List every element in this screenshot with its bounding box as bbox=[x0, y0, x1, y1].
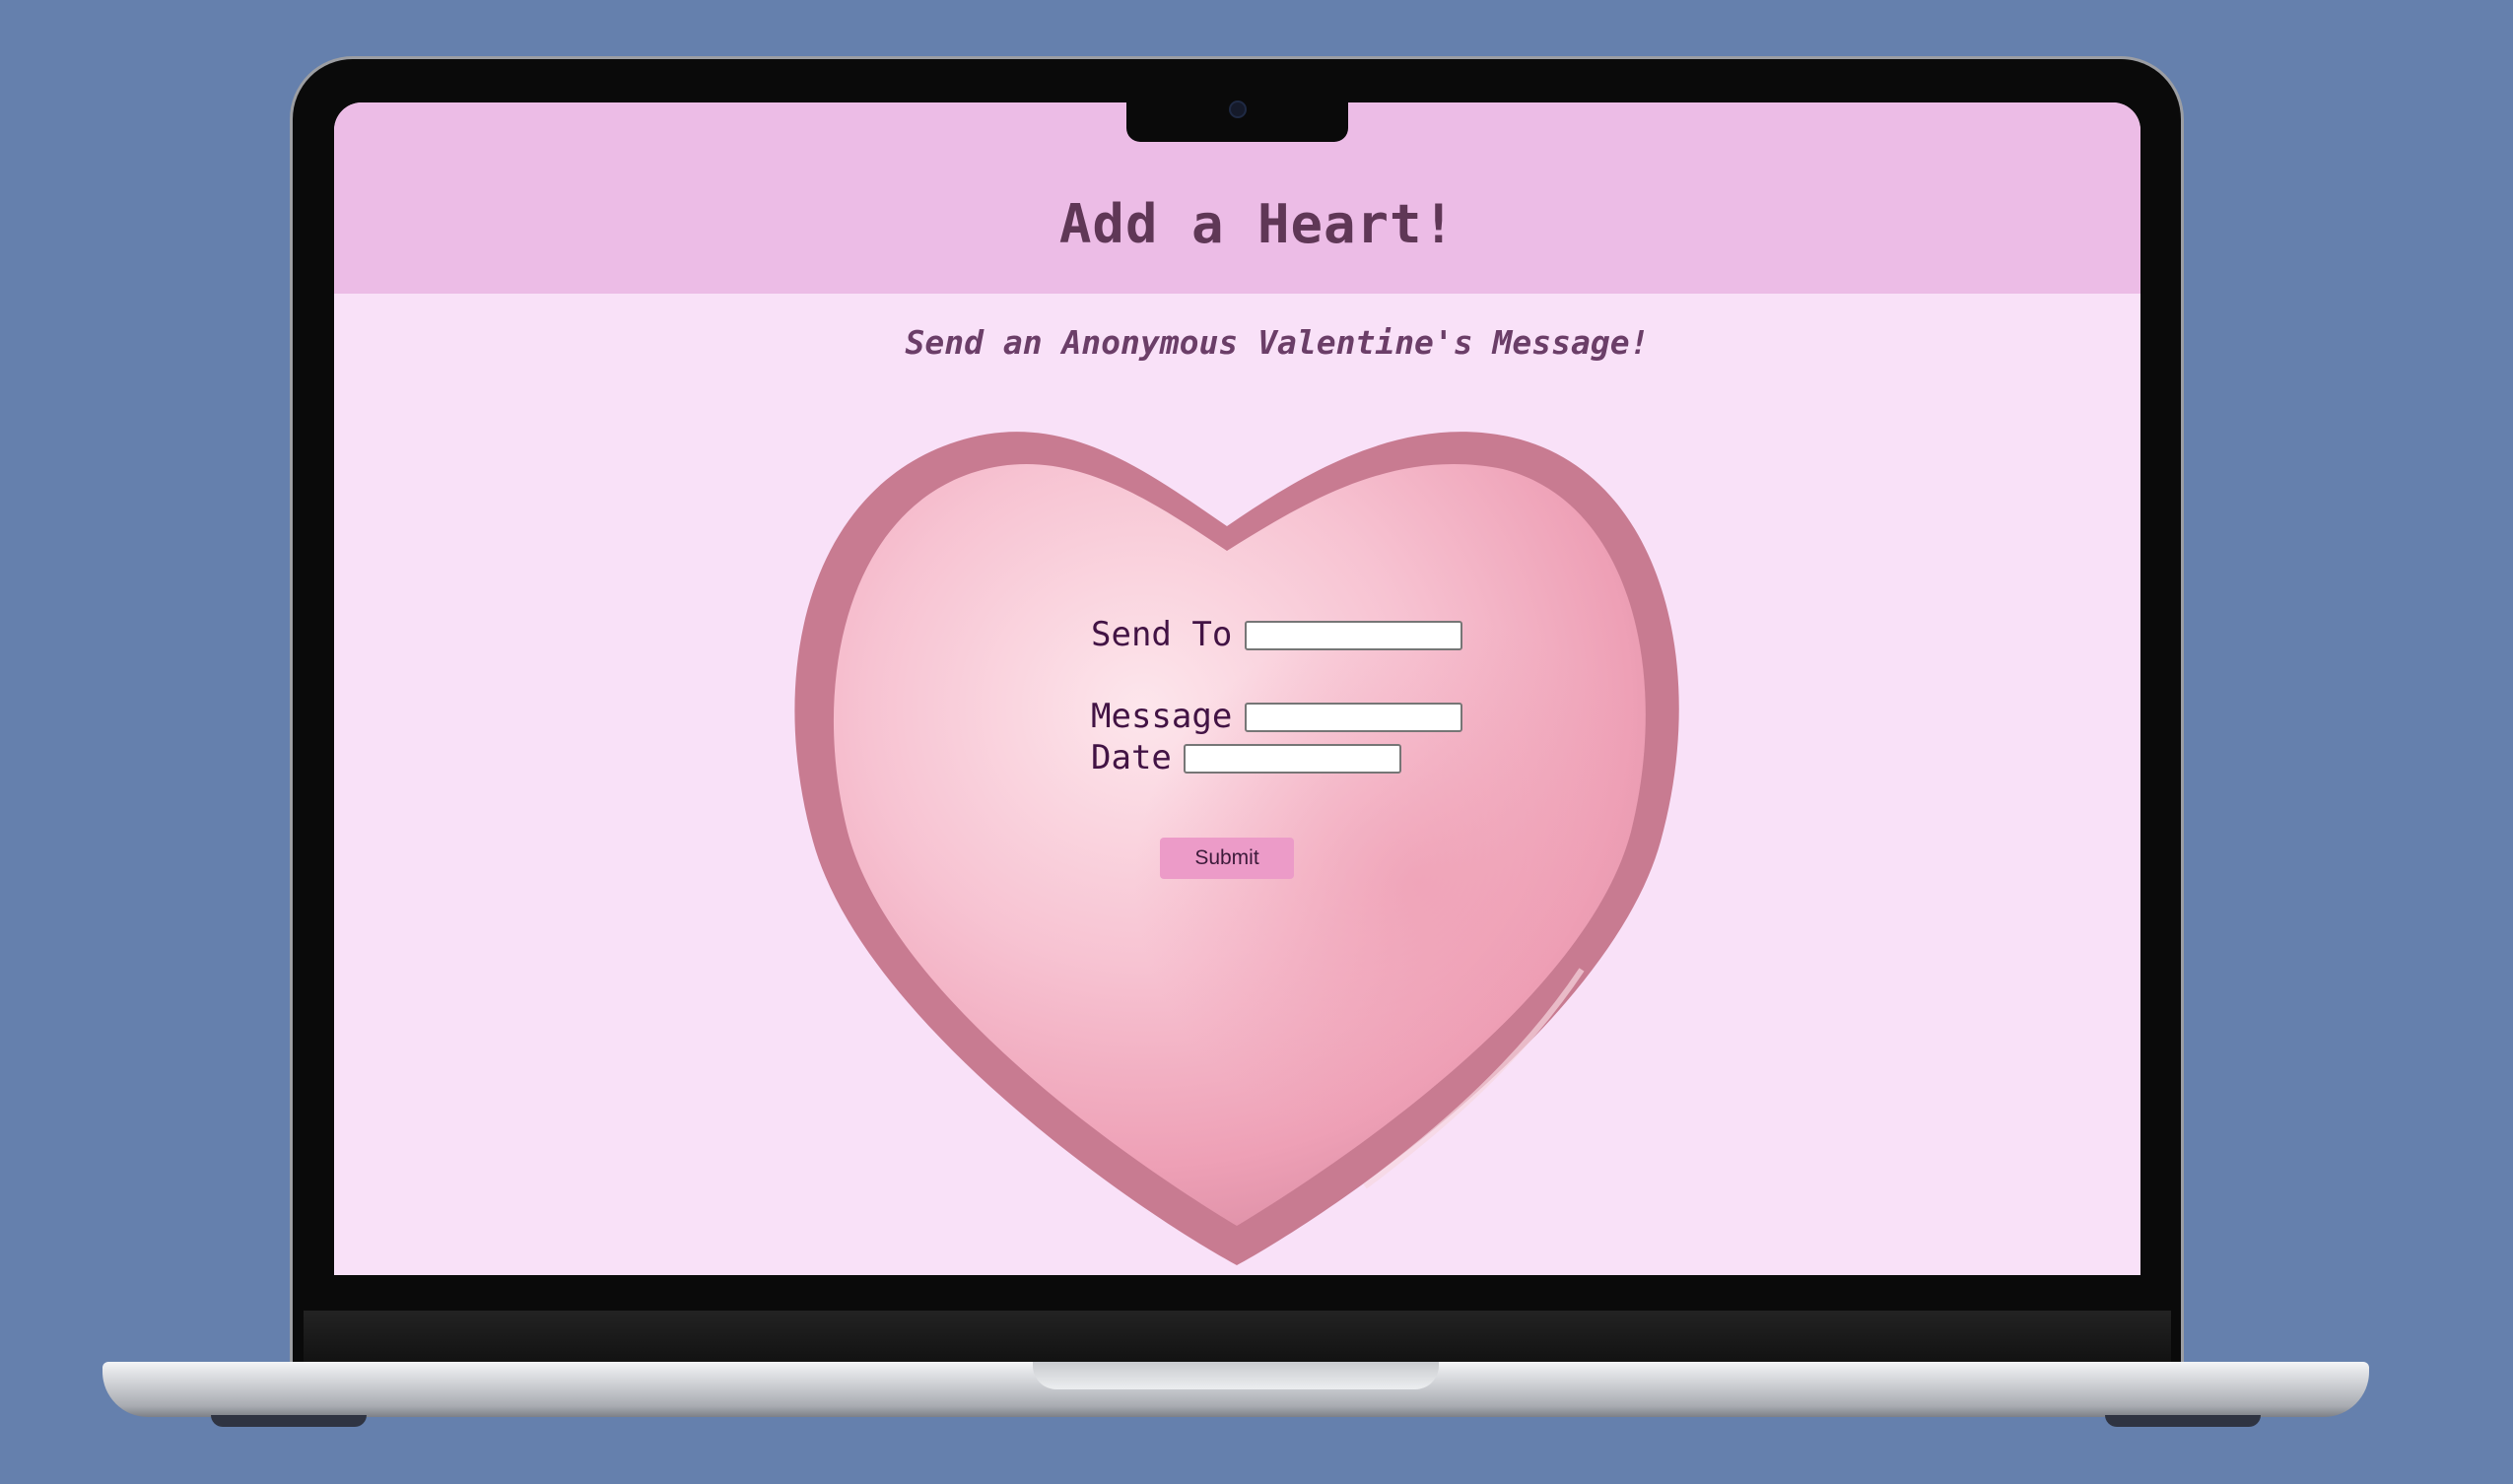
laptop-foot-left bbox=[211, 1415, 367, 1427]
valentine-form: Send To Message Date Submit bbox=[334, 102, 2140, 1275]
send-to-field[interactable] bbox=[1245, 621, 1462, 650]
date-field[interactable] bbox=[1184, 744, 1401, 774]
laptop-hinge bbox=[304, 1311, 2171, 1362]
submit-button[interactable]: Submit bbox=[1160, 838, 1294, 879]
date-label: Date bbox=[1091, 738, 1172, 777]
send-to-label: Send To bbox=[1091, 615, 1233, 654]
laptop-screen: Add a Heart! Send an Anonymous Valentine… bbox=[334, 102, 2140, 1275]
laptop-foot-right bbox=[2105, 1415, 2261, 1427]
camera-icon bbox=[1229, 101, 1247, 118]
laptop-base-opening bbox=[1033, 1362, 1439, 1389]
message-field[interactable] bbox=[1245, 703, 1462, 732]
message-label: Message bbox=[1091, 697, 1233, 736]
